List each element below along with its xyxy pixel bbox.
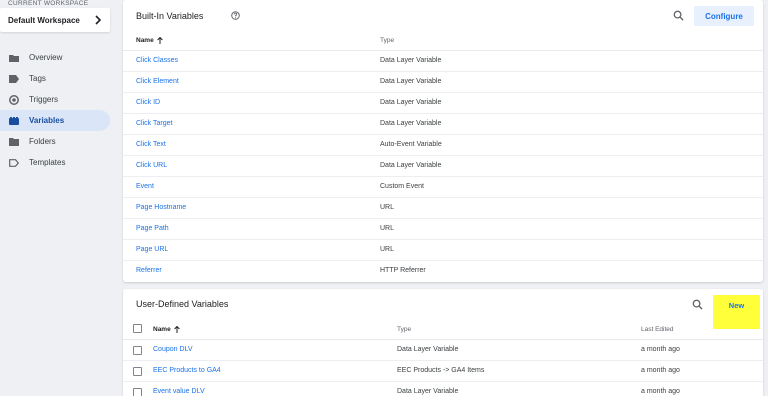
table-row[interactable]: Coupon DLV Data Layer Variable a month a… [123,340,763,361]
builtin-table-header: Name Type [123,30,763,51]
table-row[interactable]: Page Hostname URL [123,198,763,219]
last-edited: a month ago [641,367,680,374]
search-icon[interactable] [673,10,684,21]
last-edited: a month ago [641,346,680,353]
user-defined-table-header: Name Type Last Edited [123,319,763,340]
builtin-variables-title: Built-In Variables [136,11,204,21]
sort-up-icon [156,37,163,44]
row-checkbox[interactable] [133,388,142,396]
column-header-label: Name [136,37,154,44]
builtin-variables-card: Built-In Variables Configure Name Type C… [123,0,763,282]
table-row[interactable]: Click URL Data Layer Variable [123,156,763,177]
variable-type: EEC Products -> GA4 Items [397,367,485,374]
user-defined-variables-title: User-Defined Variables [136,299,229,309]
workspace-selector[interactable]: Default Workspace [0,8,110,32]
workspace-label: CURRENT WORKSPACE [8,0,89,7]
chevron-right-icon [95,15,102,25]
variable-type: Data Layer Variable [380,57,442,64]
tag-icon [8,73,19,84]
sidebar-item-overview[interactable]: Overview [0,47,110,68]
variable-type: Data Layer Variable [380,162,442,169]
select-all-checkbox[interactable] [133,324,142,333]
variables-icon [8,115,19,126]
sidebar-item-triggers[interactable]: Triggers [0,89,110,110]
sidebar-item-label: Triggers [29,95,59,104]
variable-type: Data Layer Variable [380,120,442,127]
sidebar-item-label: Variables [29,116,65,125]
variable-type: Data Layer Variable [380,99,442,106]
table-row[interactable]: Page Path URL [123,219,763,240]
table-row[interactable]: Event value DLV Data Layer Variable a mo… [123,382,763,396]
folder-icon [8,52,19,63]
variable-type: Auto-Event Variable [380,141,442,148]
variable-name-link[interactable]: Click Text [136,141,166,148]
search-icon[interactable] [692,299,703,310]
trigger-icon [8,94,19,105]
sidebar-item-label: Overview [29,53,63,62]
table-row[interactable]: Referrer HTTP Referrer [123,261,763,282]
variable-name-link[interactable]: Referrer [136,267,162,274]
sidebar-nav: Overview Tags Triggers Variables Folders… [0,47,118,173]
variable-name-link[interactable]: Coupon DLV [153,346,193,353]
variable-name-link[interactable]: Event value DLV [153,388,205,395]
column-header-label: Name [153,326,171,333]
column-header-type: Type [380,37,395,44]
variable-name-link[interactable]: EEC Products to GA4 [153,367,221,374]
sidebar-item-folders[interactable]: Folders [0,131,110,152]
variable-type: URL [380,204,395,211]
sidebar-item-tags[interactable]: Tags [0,68,110,89]
sidebar-item-label: Tags [29,74,46,83]
sidebar: CURRENT WORKSPACE Default Workspace Over… [0,0,118,396]
workspace-name: Default Workspace [8,15,80,25]
row-checkbox[interactable] [133,367,142,376]
variable-name-link[interactable]: Click Classes [136,57,178,64]
column-header-name[interactable]: Name [136,37,163,44]
help-icon[interactable] [231,11,240,20]
variable-type: HTTP Referrer [380,267,426,274]
variable-name-link[interactable]: Event [136,183,154,190]
table-row[interactable]: EEC Products to GA4 EEC Products -> GA4 … [123,361,763,382]
variable-type: Custom Event [380,183,424,190]
last-edited: a month ago [641,388,680,395]
variable-type: Data Layer Variable [380,78,442,85]
table-row[interactable]: Click Text Auto-Event Variable [123,135,763,156]
variable-type: Data Layer Variable [397,388,459,395]
variable-name-link[interactable]: Click ID [136,99,160,106]
column-header-last-edited: Last Edited [641,326,674,333]
folder-icon [8,136,19,147]
table-row[interactable]: Page URL URL [123,240,763,261]
configure-button[interactable]: Configure [694,6,754,26]
column-header-name[interactable]: Name [153,326,180,333]
variable-type: Data Layer Variable [397,346,459,353]
variable-name-link[interactable]: Page Hostname [136,204,186,211]
sidebar-item-variables[interactable]: Variables [0,110,110,131]
template-icon [8,157,19,168]
sidebar-item-label: Templates [29,158,66,167]
table-row[interactable]: Click Element Data Layer Variable [123,72,763,93]
sidebar-item-label: Folders [29,137,56,146]
table-row[interactable]: Click Classes Data Layer Variable [123,51,763,72]
table-row[interactable]: Click ID Data Layer Variable [123,93,763,114]
variable-type: URL [380,225,395,232]
row-checkbox[interactable] [133,346,142,355]
user-defined-variables-card: User-Defined Variables New Name Type Las… [123,289,763,396]
table-row[interactable]: Click Target Data Layer Variable [123,114,763,135]
variable-name-link[interactable]: Click Element [136,78,179,85]
column-header-type: Type [397,326,412,333]
variable-name-link[interactable]: Page Path [136,225,169,232]
variable-name-link[interactable]: Click URL [136,162,167,169]
variable-type: URL [380,246,395,253]
table-row[interactable]: Event Custom Event [123,177,763,198]
variable-name-link[interactable]: Page URL [136,246,168,253]
sort-up-icon [173,326,180,333]
variable-name-link[interactable]: Click Target [136,120,172,127]
sidebar-item-templates[interactable]: Templates [0,152,110,173]
